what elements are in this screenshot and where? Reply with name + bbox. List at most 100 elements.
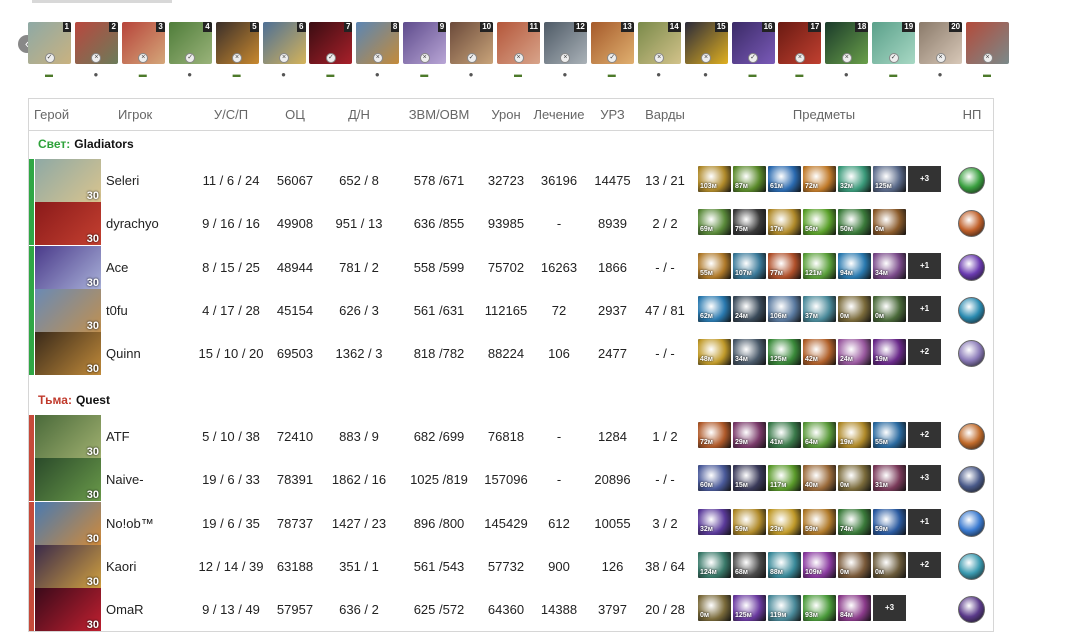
item-icon[interactable]: 93м [803, 595, 836, 622]
item-icon[interactable]: 59м [733, 508, 766, 535]
more-items-button[interactable]: +3 [873, 595, 906, 622]
hero-portrait-icon[interactable]: 3 × [121, 22, 165, 64]
hero-portrait-icon[interactable]: 9 × [403, 22, 447, 64]
item-icon[interactable]: 59м [873, 508, 906, 535]
hero-portrait-icon[interactable]: 10 ✓ [450, 22, 494, 64]
hero-portrait-icon[interactable]: 18 × [825, 22, 869, 64]
item-icon[interactable]: 94м [838, 252, 871, 279]
more-items-button[interactable]: +2 [908, 422, 941, 448]
item-icon[interactable]: 15м [733, 465, 766, 492]
hero-portrait-icon[interactable]: 30 [35, 245, 101, 289]
header-wards[interactable]: Варды [639, 99, 691, 131]
item-icon[interactable]: 68м [733, 551, 766, 578]
hero-portrait-icon[interactable]: 12 × [543, 22, 587, 64]
hero-portrait-icon[interactable]: 30 [35, 544, 101, 588]
hero-portrait-icon[interactable]: 30 [35, 159, 101, 202]
item-icon[interactable]: 74м [838, 508, 871, 535]
item-icon[interactable]: 37м [803, 295, 836, 322]
header-building-damage[interactable]: УРЗ [590, 99, 635, 131]
item-icon[interactable]: 24м [733, 295, 766, 322]
header-networth[interactable]: ОЦ [265, 99, 325, 131]
hero-portrait-icon[interactable]: 2 × [74, 22, 118, 64]
player-name[interactable]: OmaR [106, 588, 196, 631]
item-icon[interactable]: 103м [698, 166, 731, 192]
neutral-item-icon[interactable] [958, 466, 985, 494]
item-icon[interactable]: 32м [838, 166, 871, 192]
hero-portrait-icon[interactable]: 13 ✓ [590, 22, 634, 64]
item-icon[interactable]: 42м [803, 339, 836, 366]
neutral-item-icon[interactable] [958, 253, 985, 281]
neutral-item-icon[interactable] [958, 509, 985, 537]
item-icon[interactable]: 125м [733, 595, 766, 622]
item-icon[interactable]: 84м [838, 595, 871, 622]
item-icon[interactable]: 119м [768, 595, 801, 622]
neutral-item-icon[interactable] [958, 552, 985, 580]
player-name[interactable]: No!ob™ [106, 502, 196, 545]
player-name[interactable]: Kaori [106, 545, 196, 588]
hero-portrait-icon[interactable]: 6 × [262, 22, 306, 64]
item-icon[interactable]: 117м [768, 465, 801, 492]
item-icon[interactable]: 34м [733, 339, 766, 366]
hero-portrait-icon[interactable]: 30 [35, 588, 101, 632]
hero-portrait-icon[interactable]: × [966, 22, 1009, 64]
item-icon[interactable]: 60м [698, 465, 731, 492]
header-hero[interactable]: Герой [34, 99, 94, 131]
player-name[interactable]: Quinn [106, 332, 196, 375]
hero-portrait-icon[interactable]: 30 [35, 458, 101, 502]
more-items-button[interactable]: +1 [908, 252, 941, 279]
item-icon[interactable]: 32м [698, 508, 731, 535]
hero-portrait-icon[interactable]: 30 [35, 288, 101, 332]
player-name[interactable]: Naive- [106, 458, 196, 501]
item-icon[interactable]: 24м [838, 339, 871, 366]
neutral-item-icon[interactable] [958, 296, 985, 324]
hero-portrait-icon[interactable]: 11 × [497, 22, 540, 64]
hero-portrait-icon[interactable]: 30 [35, 501, 101, 545]
item-icon[interactable]: 107м [733, 252, 766, 279]
hero-portrait-icon[interactable]: 30 [35, 415, 101, 458]
item-icon[interactable]: 72м [698, 422, 731, 448]
player-name[interactable]: dyrachyo [106, 202, 196, 245]
item-icon[interactable]: 88м [768, 551, 801, 578]
hero-portrait-icon[interactable]: 5 × [215, 22, 259, 64]
hero-portrait-icon[interactable]: 8 × [356, 22, 400, 64]
player-name[interactable]: Ace [106, 246, 196, 289]
item-icon[interactable]: 34м [873, 252, 906, 279]
more-items-button[interactable]: +3 [908, 465, 941, 492]
item-icon[interactable]: 23м [768, 508, 801, 535]
item-icon[interactable]: 72м [803, 166, 836, 192]
item-icon[interactable]: 55м [698, 252, 731, 279]
item-icon[interactable]: 50м [838, 209, 871, 236]
item-icon[interactable]: 0м [838, 551, 871, 578]
item-icon[interactable]: 31м [873, 465, 906, 492]
item-icon[interactable]: 0м [838, 465, 871, 492]
team-name[interactable]: Gladiators [74, 137, 133, 151]
item-icon[interactable]: 19м [873, 339, 906, 366]
hero-portrait-icon[interactable]: 20 × [919, 22, 963, 64]
item-icon[interactable]: 59м [803, 508, 836, 535]
hero-portrait-icon[interactable]: 30 [35, 202, 101, 246]
player-name[interactable]: ATF [106, 415, 196, 458]
item-icon[interactable]: 29м [733, 422, 766, 448]
neutral-item-icon[interactable] [958, 340, 985, 368]
header-gpm-xpm[interactable]: ЗВМ/ОВМ [399, 99, 479, 131]
hero-portrait-icon[interactable]: 1 ✓ [28, 22, 71, 64]
hero-portrait-icon[interactable]: 7 ✓ [309, 22, 353, 64]
item-icon[interactable]: 0м [873, 209, 906, 236]
item-icon[interactable]: 17м [768, 209, 801, 236]
header-lasthits-denies[interactable]: Д/Н [329, 99, 389, 131]
more-items-button[interactable]: +2 [908, 339, 941, 366]
item-icon[interactable]: 62м [698, 295, 731, 322]
header-player[interactable]: Игрок [118, 99, 178, 131]
item-icon[interactable]: 48м [698, 339, 731, 366]
hero-portrait-icon[interactable]: 4 ✓ [168, 22, 212, 64]
item-icon[interactable]: 19м [838, 422, 871, 448]
neutral-item-icon[interactable] [958, 596, 985, 624]
header-heal[interactable]: Лечение [531, 99, 587, 131]
item-icon[interactable]: 87м [733, 166, 766, 192]
hero-portrait-icon[interactable]: 16 ✓ [731, 22, 775, 64]
neutral-item-icon[interactable] [958, 210, 985, 238]
hero-portrait-icon[interactable]: 30 [35, 332, 101, 376]
item-icon[interactable]: 61м [768, 166, 801, 192]
neutral-item-icon[interactable] [958, 167, 985, 194]
item-icon[interactable]: 0м [698, 595, 731, 622]
